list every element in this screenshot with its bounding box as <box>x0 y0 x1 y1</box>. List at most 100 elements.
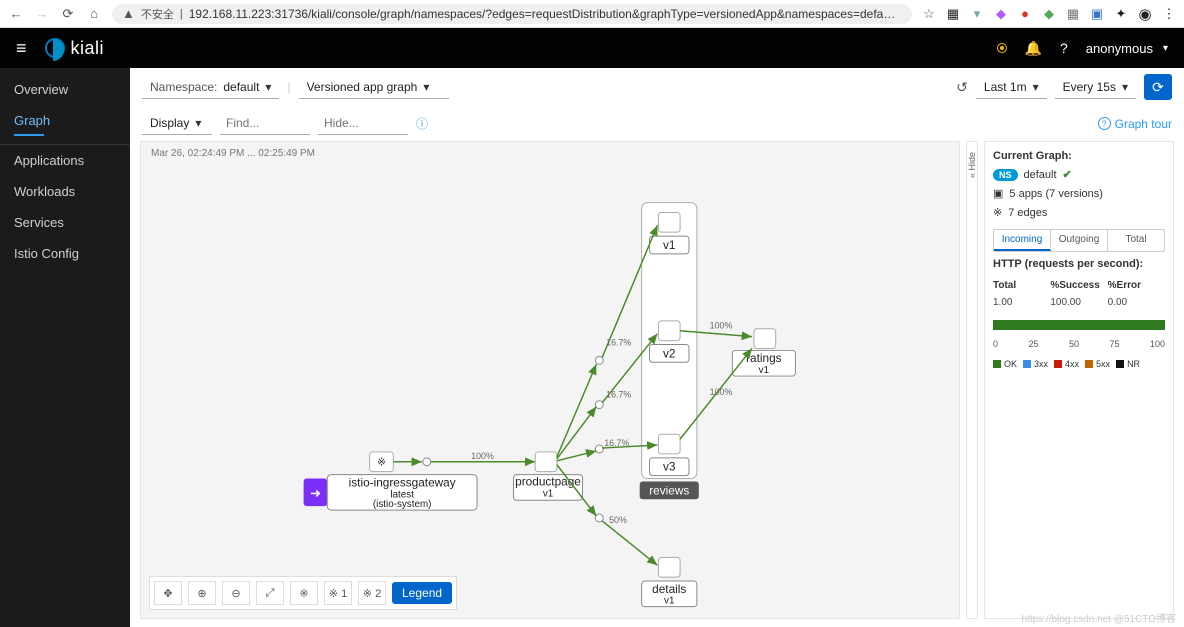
svg-text:productpage: productpage <box>515 474 581 488</box>
svg-text:16.7%: 16.7% <box>606 338 631 348</box>
url-bar[interactable]: ▲ 不安全 | 192.168.11.223:31736/kiali/conso… <box>112 4 912 24</box>
namespace-select[interactable]: Namespace: default ▾ <box>142 76 279 99</box>
graph-timestamp: Mar 26, 02:24:49 PM ... 02:25:49 PM <box>151 148 315 159</box>
sidebar-item-graph[interactable]: Graph <box>0 105 130 145</box>
layout-default-button[interactable]: ※ <box>290 581 318 605</box>
svg-text:16.7%: 16.7% <box>604 438 629 448</box>
sidebar-item-services[interactable]: Services <box>0 207 130 238</box>
layout-1-button[interactable]: ※ 1 <box>324 581 352 605</box>
display-select[interactable]: Display ▾ <box>142 112 212 135</box>
back-icon[interactable]: ← <box>8 6 24 21</box>
ext-icon-1[interactable]: ▦ <box>946 7 960 21</box>
cube-icon: ▣ <box>993 187 1003 200</box>
github-icon[interactable]: ◉ <box>1138 7 1152 21</box>
hamburger-icon[interactable]: ≡ <box>16 38 27 59</box>
browser-extensions: ☆ ▦ ▾ ◆ ● ◆ ▦ ▣ ✦ ◉ ⋮ <box>922 7 1176 21</box>
graph-type-select[interactable]: Versioned app graph ▾ <box>299 76 449 99</box>
refresh-interval-select[interactable]: Every 15s ▾ <box>1055 76 1136 99</box>
namespace-badge: NS <box>993 169 1018 181</box>
arrow-right-icon: ➜ <box>310 485 321 500</box>
svc-dot <box>423 458 431 466</box>
hide-label: « Hide <box>967 152 977 178</box>
puzzle-icon[interactable]: ✦ <box>1114 7 1128 21</box>
svg-text:reviews: reviews <box>649 483 689 497</box>
edges-count: 7 edges <box>1008 207 1047 219</box>
sidebar-item-istio-config[interactable]: Istio Config <box>0 238 130 269</box>
url-security: 不安全 <box>141 6 174 22</box>
info-icon[interactable]: ⓘ <box>416 115 428 132</box>
node-reviews-v2[interactable] <box>658 321 680 341</box>
sidebar-item-applications[interactable]: Applications <box>0 145 130 176</box>
insecure-icon: ▲ <box>122 6 135 21</box>
svg-text:details: details <box>652 582 686 596</box>
ext-icon-7[interactable]: ▣ <box>1090 7 1104 21</box>
ext-icon-3[interactable]: ◆ <box>994 7 1008 21</box>
find-input[interactable] <box>220 112 310 135</box>
bell-icon[interactable]: 🔔 <box>1025 40 1042 57</box>
kiali-logo-icon <box>45 38 65 58</box>
bookmark-icon[interactable]: ☆ <box>922 7 936 21</box>
zoom-out-button[interactable]: ⊖ <box>222 581 250 605</box>
tab-total[interactable]: Total <box>1108 230 1164 251</box>
legend-button[interactable]: Legend <box>392 582 452 604</box>
zoom-in-button[interactable]: ⊕ <box>188 581 216 605</box>
svg-text:v1: v1 <box>543 488 553 499</box>
brand-logo[interactable]: kiali <box>45 38 105 59</box>
history-icon[interactable]: ↺ <box>956 79 968 96</box>
watermark: https://blog.csdn.net @51CTO博客 <box>1022 610 1176 625</box>
panel-collapse[interactable]: « Hide <box>966 141 978 619</box>
time-range-select[interactable]: Last 1m ▾ <box>976 76 1047 99</box>
node-reviews-v3[interactable] <box>658 434 680 454</box>
svg-text:v1: v1 <box>663 238 675 252</box>
node-ratings[interactable] <box>754 329 776 349</box>
tab-outgoing[interactable]: Outgoing <box>1051 230 1108 251</box>
chevron-down-icon: ▾ <box>423 80 429 94</box>
ext-icon-2[interactable]: ▾ <box>970 7 984 21</box>
http-header: HTTP (requests per second): <box>993 258 1165 270</box>
svg-text:100%: 100% <box>710 321 733 331</box>
reload-icon[interactable]: ⟳ <box>60 6 76 22</box>
help-icon[interactable]: ? <box>1060 40 1068 56</box>
chevron-down-icon: ▾ <box>265 80 271 94</box>
svg-text:(istio-system): (istio-system) <box>373 499 432 510</box>
svg-text:100%: 100% <box>710 387 733 397</box>
node-details[interactable] <box>658 557 680 577</box>
hide-input[interactable] <box>318 112 408 135</box>
svg-text:v1: v1 <box>664 596 674 607</box>
home-icon[interactable]: ⌂ <box>86 6 102 21</box>
forward-icon[interactable]: → <box>34 6 50 21</box>
sidebar-item-overview[interactable]: Overview <box>0 74 130 105</box>
tab-incoming[interactable]: Incoming <box>994 230 1051 251</box>
ext-icon-5[interactable]: ◆ <box>1042 7 1056 21</box>
masthead: ≡ kiali 🔔 ? anonymous <box>0 28 1184 68</box>
summary-panel: Current Graph: NS default ✔ ▣5 apps (7 v… <box>984 141 1174 619</box>
graph-tour-link[interactable]: Graph tour <box>1098 117 1172 131</box>
ext-icon-6[interactable]: ▦ <box>1066 7 1080 21</box>
node-productpage[interactable] <box>535 452 557 472</box>
graph-canvas[interactable]: Mar 26, 02:24:49 PM ... 02:25:49 PM ➜ is… <box>140 141 960 619</box>
check-icon: ✔ <box>1063 168 1072 181</box>
layout-2-button[interactable]: ※ 2 <box>358 581 386 605</box>
chart-legend: OK 3xx 4xx 5xx NR <box>993 359 1165 369</box>
pan-button[interactable]: ✥ <box>154 581 182 605</box>
edges-icon: ※ <box>993 206 1002 219</box>
ext-icon-4[interactable]: ● <box>1018 7 1032 21</box>
refresh-button[interactable]: ⟳ <box>1144 74 1172 100</box>
svg-text:16.7%: 16.7% <box>606 390 631 400</box>
main: Namespace: default ▾ | Versioned app gra… <box>130 68 1184 627</box>
chart-axis: 0 25 50 75 100 <box>993 339 1165 349</box>
status-indicator-icon[interactable] <box>997 43 1007 53</box>
svg-text:v1: v1 <box>759 365 769 376</box>
menu-icon[interactable]: ⋮ <box>1162 7 1176 21</box>
fit-button[interactable]: ⤢ <box>256 581 284 605</box>
browser-chrome: ← → ⟳ ⌂ ▲ 不安全 | 192.168.11.223:31736/kia… <box>0 0 1184 28</box>
url-text: 192.168.11.223:31736/kiali/console/graph… <box>189 7 902 21</box>
node-reviews-v1[interactable] <box>658 212 680 232</box>
namespace-name[interactable]: default <box>1024 169 1057 181</box>
user-menu[interactable]: anonymous <box>1086 41 1168 56</box>
sidebar: Overview Graph Applications Workloads Se… <box>0 68 130 627</box>
traffic-tabs: Incoming Outgoing Total <box>993 229 1165 252</box>
sidebar-item-workloads[interactable]: Workloads <box>0 176 130 207</box>
chevron-down-icon: ▾ <box>1033 80 1039 94</box>
stats-row: 1.00 100.00 0.00 <box>993 297 1165 308</box>
